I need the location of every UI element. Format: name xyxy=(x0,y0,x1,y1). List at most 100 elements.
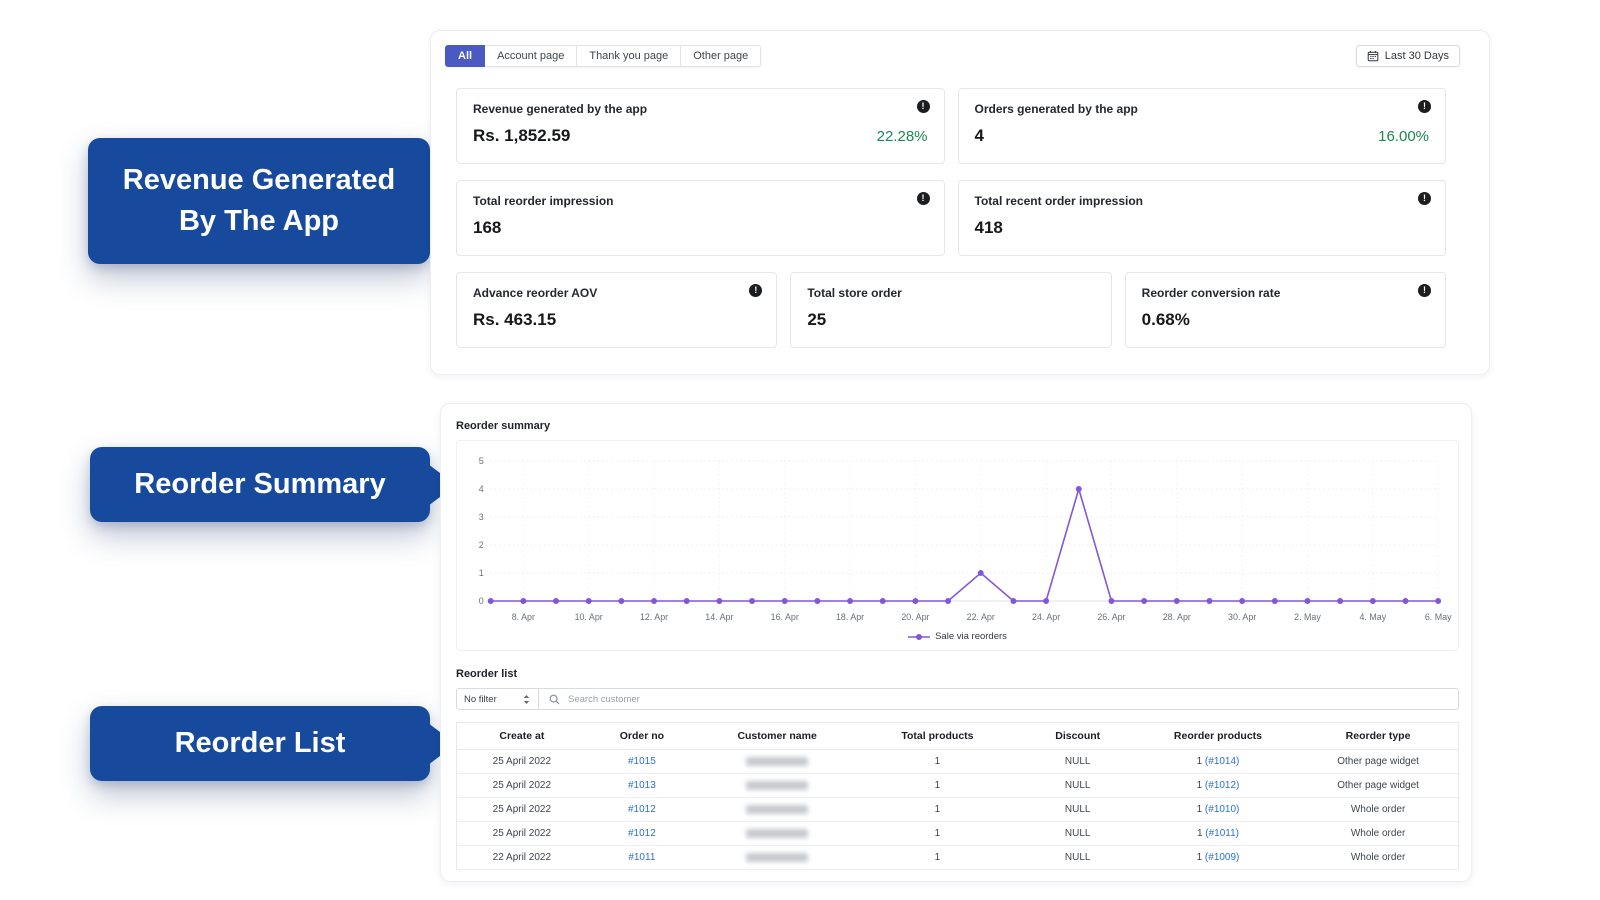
stat-card-orders: Orders generated by the app ! 4 16.00% xyxy=(958,88,1447,164)
reorder-summary-title: Reorder summary xyxy=(456,420,1459,432)
svg-text:26. Apr: 26. Apr xyxy=(1097,612,1125,622)
reorder-product-link[interactable]: (#1012) xyxy=(1205,780,1239,791)
table-row: 25 April 2022 #1015 1 NULL 1 (#1014) Oth… xyxy=(457,750,1459,774)
svg-text:8. Apr: 8. Apr xyxy=(512,612,535,622)
cell-reorder-type: Whole order xyxy=(1298,798,1458,822)
svg-text:20. Apr: 20. Apr xyxy=(901,612,929,622)
reorder-product-link[interactable]: (#1014) xyxy=(1205,756,1239,767)
order-link[interactable]: #1015 xyxy=(628,756,656,767)
svg-text:0: 0 xyxy=(479,596,484,606)
col-total-products: Total products xyxy=(857,723,1017,750)
page-tabs: All Account page Thank you page Other pa… xyxy=(445,45,761,67)
svg-text:4. May: 4. May xyxy=(1359,612,1386,622)
order-link[interactable]: #1012 xyxy=(628,804,656,815)
svg-text:4: 4 xyxy=(479,484,484,494)
svg-text:22. Apr: 22. Apr xyxy=(967,612,995,622)
svg-text:6. May: 6. May xyxy=(1425,612,1452,622)
cell-create-at: 25 April 2022 xyxy=(457,822,587,846)
tab-all[interactable]: All xyxy=(445,45,485,67)
stat-card-reorder-conversion-rate: Reorder conversion rate ! 0.68% xyxy=(1125,272,1446,348)
legend-marker-icon xyxy=(908,633,930,641)
cell-reorder-qty: 1 xyxy=(1197,852,1203,863)
date-range-button[interactable]: Last 30 Days xyxy=(1356,45,1460,67)
svg-text:2. May: 2. May xyxy=(1294,612,1321,622)
cell-reorder-type: Other page widget xyxy=(1298,750,1458,774)
col-order-no: Order no xyxy=(587,723,697,750)
stat-value: Rs. 1,852.59 xyxy=(473,126,570,146)
legend-item-sale-via-reorders[interactable]: Sale via reorders xyxy=(461,629,1454,648)
cell-total-products: 1 xyxy=(857,822,1017,846)
reorder-summary-chart: 0123458. Apr10. Apr12. Apr14. Apr16. Apr… xyxy=(456,440,1459,651)
tab-thank-you-page[interactable]: Thank you page xyxy=(577,45,681,67)
stat-value: 168 xyxy=(473,218,501,238)
stat-card-advance-reorder-aov: Advance reorder AOV ! Rs. 463.15 xyxy=(456,272,777,348)
stat-value: Rs. 463.15 xyxy=(473,310,556,330)
reorder-list-filterbar: No filter xyxy=(456,688,1459,710)
customer-name-blurred xyxy=(746,829,808,838)
filter-select[interactable]: No filter xyxy=(457,689,539,709)
reorder-product-link[interactable]: (#1009) xyxy=(1205,852,1239,863)
table-row: 25 April 2022 #1013 1 NULL 1 (#1012) Oth… xyxy=(457,774,1459,798)
stat-label: Reorder conversion rate xyxy=(1142,286,1429,300)
cell-total-products: 1 xyxy=(857,846,1017,870)
tab-other-page[interactable]: Other page xyxy=(681,45,761,67)
cell-create-at: 22 April 2022 xyxy=(457,846,587,870)
tab-account-page[interactable]: Account page xyxy=(485,45,577,67)
stat-card-reorder-impression: Total reorder impression ! 168 xyxy=(456,180,945,256)
stat-card-total-store-order: Total store order 25 xyxy=(790,272,1111,348)
order-link[interactable]: #1011 xyxy=(628,852,655,863)
svg-text:18. Apr: 18. Apr xyxy=(836,612,864,622)
callout-list-label: Reorder List xyxy=(175,723,346,764)
table-header-row: Create at Order no Customer name Total p… xyxy=(457,723,1459,750)
stats-panel: All Account page Thank you page Other pa… xyxy=(430,30,1490,375)
col-reorder-type: Reorder type xyxy=(1298,723,1458,750)
cell-total-products: 1 xyxy=(857,750,1017,774)
tab-bar: All Account page Thank you page Other pa… xyxy=(431,31,1489,67)
cell-reorder-qty: 1 xyxy=(1197,780,1203,791)
info-icon[interactable]: ! xyxy=(1418,192,1431,205)
info-icon[interactable]: ! xyxy=(1418,100,1431,113)
cell-discount: NULL xyxy=(1018,750,1138,774)
col-discount: Discount xyxy=(1018,723,1138,750)
cell-create-at: 25 April 2022 xyxy=(457,750,587,774)
col-customer-name: Customer name xyxy=(697,723,857,750)
svg-text:10. Apr: 10. Apr xyxy=(575,612,603,622)
callout-revenue-generated: Revenue Generated By The App xyxy=(88,138,430,264)
stats-row-3: Advance reorder AOV ! Rs. 463.15 Total s… xyxy=(456,272,1446,348)
stat-card-revenue: Revenue generated by the app ! Rs. 1,852… xyxy=(456,88,945,164)
customer-name-blurred xyxy=(746,781,808,790)
info-icon[interactable]: ! xyxy=(1418,284,1431,297)
col-reorder-products: Reorder products xyxy=(1138,723,1298,750)
stats-row-2: Total reorder impression ! 168 Total rec… xyxy=(456,180,1446,256)
order-link[interactable]: #1013 xyxy=(628,780,656,791)
calendar-icon xyxy=(1367,50,1379,62)
stat-delta: 22.28% xyxy=(877,128,928,145)
svg-text:12. Apr: 12. Apr xyxy=(640,612,668,622)
reorder-product-link[interactable]: (#1011) xyxy=(1205,828,1239,839)
order-link[interactable]: #1012 xyxy=(628,828,656,839)
callout-revenue-label: Revenue Generated By The App xyxy=(106,160,412,241)
select-updown-icon xyxy=(522,694,531,705)
cell-reorder-type: Whole order xyxy=(1298,846,1458,870)
svg-text:5: 5 xyxy=(479,456,484,466)
stats-grid: Revenue generated by the app ! Rs. 1,852… xyxy=(431,67,1489,348)
stat-value: 4 xyxy=(975,126,984,146)
reorder-product-link[interactable]: (#1010) xyxy=(1205,804,1239,815)
svg-text:2: 2 xyxy=(479,540,484,550)
stats-row-1: Revenue generated by the app ! Rs. 1,852… xyxy=(456,88,1446,164)
customer-name-blurred xyxy=(746,853,808,862)
info-icon[interactable]: ! xyxy=(917,100,930,113)
reorder-panel: Reorder summary 0123458. Apr10. Apr12. A… xyxy=(440,403,1472,882)
stat-label: Orders generated by the app xyxy=(975,102,1430,116)
svg-text:1: 1 xyxy=(479,568,484,578)
callout-summary-label: Reorder Summary xyxy=(134,464,385,505)
stat-label: Total recent order impression xyxy=(975,194,1430,208)
info-icon[interactable]: ! xyxy=(749,284,762,297)
reorder-table: Create at Order no Customer name Total p… xyxy=(456,722,1459,870)
search-customer-input[interactable] xyxy=(568,694,1448,705)
legend-label: Sale via reorders xyxy=(935,631,1007,642)
col-create-at: Create at xyxy=(457,723,587,750)
info-icon[interactable]: ! xyxy=(917,192,930,205)
customer-name-blurred xyxy=(746,757,808,766)
cell-discount: NULL xyxy=(1018,846,1138,870)
